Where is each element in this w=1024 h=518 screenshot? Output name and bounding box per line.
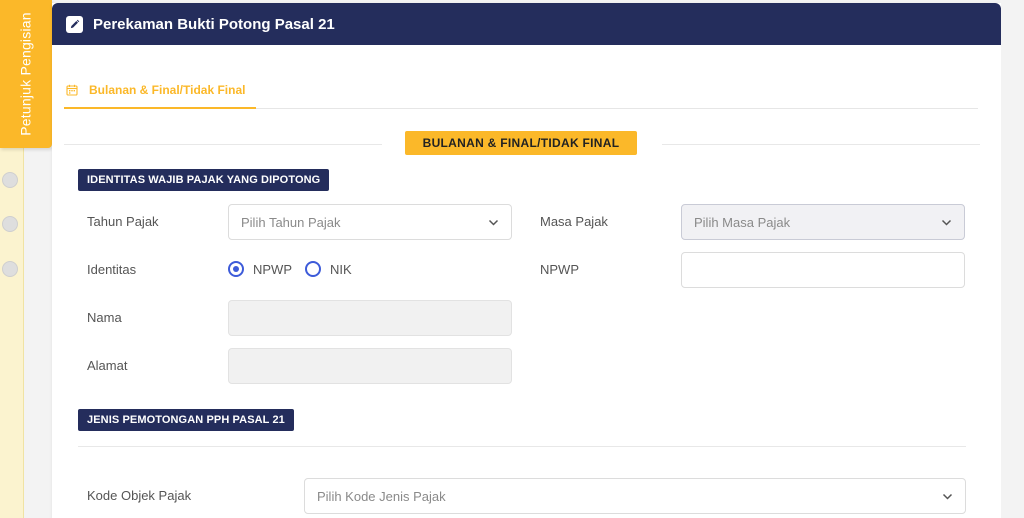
identitas-label: Identitas [87, 262, 137, 277]
section-divider-left [64, 144, 382, 145]
alamat-input[interactable] [228, 348, 512, 384]
npwp-label: NPWP [540, 262, 579, 277]
section-title-badge: BULANAN & FINAL/TIDAK FINAL [405, 131, 637, 155]
tab-label: Bulanan & Final/Tidak Final [89, 83, 246, 97]
identitas-group-label: IDENTITAS WAJIB PAJAK YANG DIPOTONG [78, 169, 330, 191]
tab-bar: Bulanan & Final/Tidak Final [64, 73, 978, 109]
radio-npwp-label: NPWP [253, 261, 292, 277]
petunjuk-pengisian-tab[interactable]: Petunjuk Pengisian [0, 0, 52, 148]
npwp-input[interactable] [681, 252, 965, 288]
radio-nik-label: NIK [330, 261, 352, 277]
nav-dot[interactable] [2, 261, 18, 277]
tahun-pajak-label: Tahun Pajak [87, 214, 159, 229]
kode-objek-pajak-label: Kode Objek Pajak [87, 488, 192, 503]
side-tab-label: Petunjuk Pengisian [18, 12, 34, 136]
section-divider-right [662, 144, 980, 145]
page-title: Perekaman Bukti Potong Pasal 21 [93, 15, 335, 33]
nav-dot[interactable] [2, 216, 18, 232]
nama-label: Nama [87, 310, 122, 325]
nav-dot[interactable] [2, 172, 18, 188]
kode-objek-pajak-select[interactable]: Pilih Kode Jenis Pajak [304, 478, 966, 514]
radio-nik[interactable]: NIK [305, 261, 352, 277]
chevron-down-icon [942, 493, 953, 500]
jenis-pemotongan-group-label: JENIS PEMOTONGAN PPH PASAL 21 [78, 409, 294, 431]
tab-bulanan-final[interactable]: Bulanan & Final/Tidak Final [64, 73, 256, 109]
masa-pajak-select[interactable]: Pilih Masa Pajak [681, 204, 965, 240]
chevron-down-icon [488, 219, 499, 226]
radio-unchecked-icon [305, 261, 321, 277]
nama-input[interactable] [228, 300, 512, 336]
panel-header: Perekaman Bukti Potong Pasal 21 [52, 3, 1001, 45]
kode-objek-pajak-placeholder: Pilih Kode Jenis Pajak [317, 488, 446, 504]
chevron-down-icon [941, 219, 952, 226]
group-divider [78, 446, 966, 447]
radio-checked-icon [228, 261, 244, 277]
tahun-pajak-select[interactable]: Pilih Tahun Pajak [228, 204, 512, 240]
tahun-pajak-placeholder: Pilih Tahun Pajak [241, 214, 341, 230]
page-scrollbar-area[interactable] [1001, 0, 1024, 518]
radio-npwp[interactable]: NPWP [228, 261, 292, 277]
alamat-label: Alamat [87, 358, 128, 373]
edit-icon [66, 15, 83, 33]
masa-pajak-placeholder: Pilih Masa Pajak [694, 214, 791, 230]
calendar-icon [66, 84, 78, 96]
form-panel: Perekaman Bukti Potong Pasal 21 Bulanan … [52, 3, 1001, 518]
masa-pajak-label: Masa Pajak [540, 214, 608, 229]
